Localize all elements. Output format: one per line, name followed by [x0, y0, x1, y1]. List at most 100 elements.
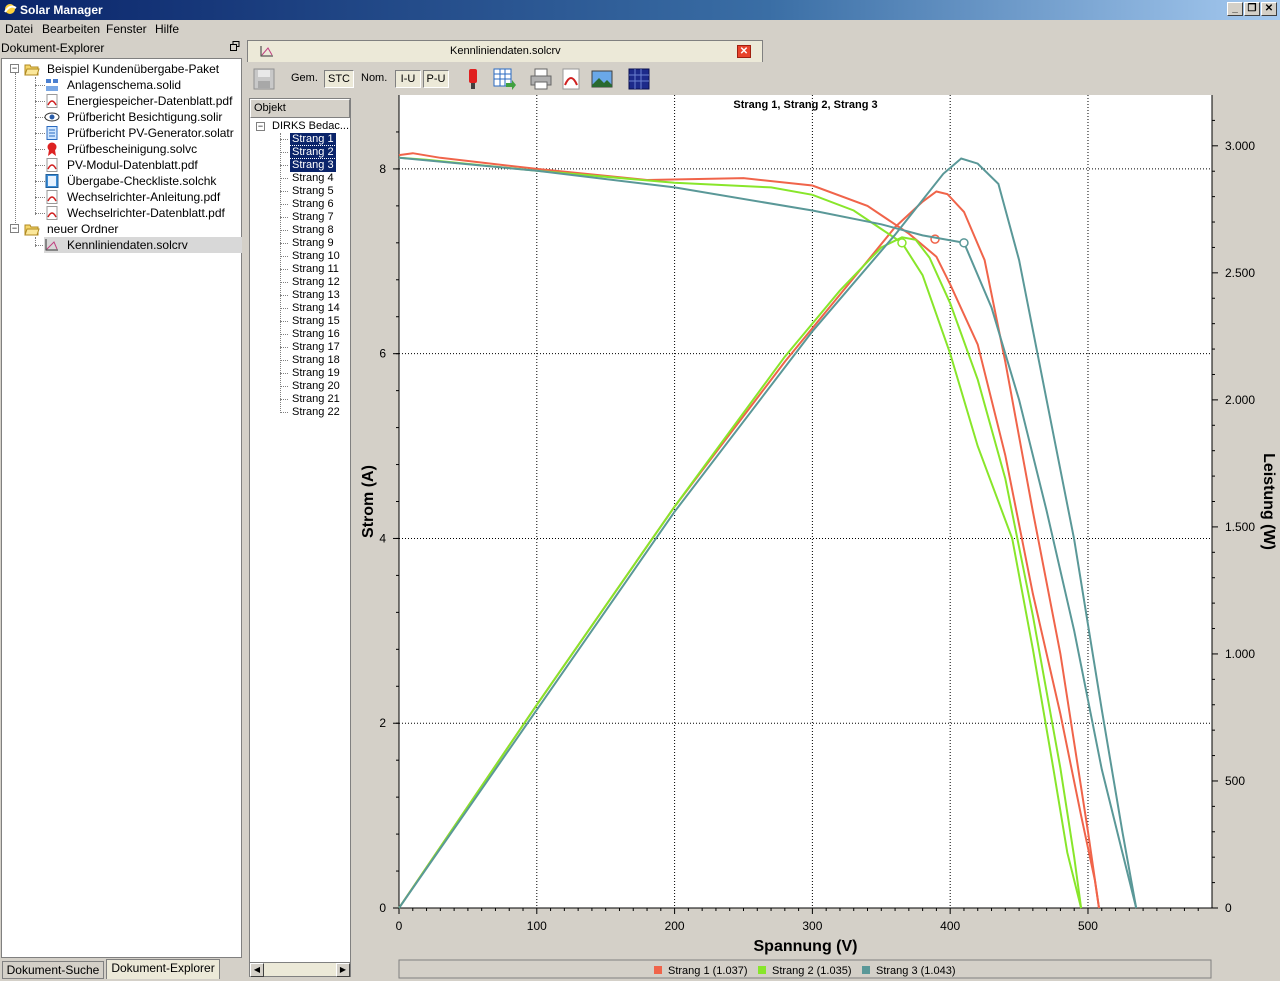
- x-tick-label: 400: [940, 919, 960, 933]
- object-item-strang[interactable]: Strang 12: [290, 276, 342, 289]
- minimize-button[interactable]: _: [1227, 2, 1243, 16]
- object-item-strang[interactable]: Strang 10: [290, 250, 342, 263]
- scroll-left-arrow[interactable]: ◀: [250, 963, 264, 977]
- object-item-strang[interactable]: Strang 3: [289, 158, 337, 173]
- x-tick-label: 0: [396, 919, 403, 933]
- tree-item-kennliniendaten[interactable]: Kennliniendaten.solcrv: [44, 237, 242, 253]
- object-item-strang[interactable]: Strang 6: [290, 198, 336, 211]
- x-tick-label: 500: [1078, 919, 1098, 933]
- legend-swatch: [862, 966, 870, 974]
- tree-item-anlagenschema[interactable]: Anlagenschema.solid: [44, 77, 242, 93]
- restore-button[interactable]: ❐: [1244, 2, 1260, 16]
- y2-tick-label: 500: [1225, 774, 1245, 788]
- object-item-strang[interactable]: Strang 20: [290, 380, 342, 393]
- tab-dokument-explorer[interactable]: Dokument-Explorer: [106, 959, 220, 979]
- tree-item-pv-modul[interactable]: PV-Modul-Datenblatt.pdf: [44, 157, 242, 173]
- object-item-strang[interactable]: Strang 21: [290, 393, 342, 406]
- tree-item-wr-datenblatt[interactable]: Wechselrichter-Datenblatt.pdf: [44, 205, 242, 221]
- image-export-icon[interactable]: [590, 67, 614, 91]
- object-item-strang[interactable]: Strang 22: [290, 406, 342, 419]
- legend-swatch: [654, 966, 662, 974]
- tree-item-pv-generator[interactable]: Prüfbericht PV-Generator.solatr: [44, 125, 242, 141]
- close-tab-button[interactable]: ✕: [737, 45, 751, 58]
- pdf-icon: [46, 190, 58, 204]
- pdf-export-icon[interactable]: [559, 67, 583, 91]
- pu-toggle[interactable]: P-U: [423, 70, 449, 88]
- legend-label: Strang 3 (1.043): [876, 965, 956, 977]
- menu-datei[interactable]: Datei: [5, 22, 33, 36]
- iu-toggle[interactable]: I-U: [395, 70, 421, 88]
- explorer-header: Dokument-Explorer: [0, 40, 243, 57]
- tree-item-checkliste[interactable]: Übergabe-Checkliste.solchk: [44, 173, 242, 189]
- object-column-header[interactable]: Objekt: [250, 99, 350, 118]
- object-item-strang[interactable]: Strang 2: [289, 145, 337, 160]
- chart-title: Strang 1, Strang 2, Strang 3: [733, 99, 877, 111]
- object-item-strang[interactable]: Strang 16: [290, 328, 342, 341]
- folder-open-icon: [24, 64, 40, 76]
- iu-curve-chart: 0 100 200 300 400 500 0 2 4 6 8 0 500 1.000 1.500 2.000…: [360, 95, 1277, 979]
- save-icon[interactable]: [252, 67, 276, 91]
- y-axis-title: Strom (A): [360, 465, 377, 538]
- collapse-toggle[interactable]: −: [10, 224, 19, 233]
- tab-dokument-suche[interactable]: Dokument-Suche: [2, 961, 104, 979]
- y-tick-label: 8: [379, 162, 386, 176]
- scroll-right-arrow[interactable]: ▶: [336, 963, 350, 977]
- window-title: Solar Manager: [20, 3, 103, 17]
- object-item-strang[interactable]: Strang 4: [290, 172, 336, 185]
- explorer-bottom-tabs: Dokument-Suche Dokument-Explorer: [0, 959, 244, 981]
- table-export-icon[interactable]: [492, 67, 516, 91]
- object-item-strang[interactable]: Strang 17: [290, 341, 342, 354]
- float-window-icon[interactable]: [230, 41, 240, 51]
- collapse-toggle[interactable]: −: [256, 122, 265, 131]
- object-item-strang[interactable]: Strang 18: [290, 354, 342, 367]
- document-tab[interactable]: Kennliniendaten.solcrv ✕: [247, 40, 763, 62]
- tree-item-pruefbescheinigung[interactable]: Prüfbescheinigung.solvc: [44, 141, 242, 157]
- solar-module-icon[interactable]: [627, 67, 651, 91]
- object-item-strang[interactable]: Strang 14: [290, 302, 342, 315]
- tree-folder-paket[interactable]: Beispiel Kundenübergabe-Paket: [24, 61, 242, 77]
- object-item-strang[interactable]: Strang 9: [290, 237, 336, 250]
- folder-open-icon: [24, 224, 40, 236]
- meter-icon[interactable]: [461, 67, 485, 91]
- object-item-strang[interactable]: Strang 15: [290, 315, 342, 328]
- checklist-icon: [45, 174, 59, 188]
- tree-item-wr-anleitung[interactable]: Wechselrichter-Anleitung.pdf: [44, 189, 242, 205]
- report-icon: [46, 126, 58, 140]
- y2-tick-label: 3.000: [1225, 139, 1255, 153]
- close-button[interactable]: ✕: [1261, 2, 1277, 16]
- mpp-marker-strang-2: [897, 238, 907, 248]
- app-icon: [4, 4, 17, 14]
- y2-tick-label: 2.500: [1225, 266, 1255, 280]
- tree-item-besichtigung[interactable]: Prüfbericht Besichtigung.solir: [44, 109, 242, 125]
- menu-hilfe[interactable]: Hilfe: [155, 22, 179, 36]
- y2-tick-label: 2.000: [1225, 393, 1255, 407]
- schema-icon: [46, 79, 58, 91]
- print-icon[interactable]: [529, 67, 553, 91]
- object-item-strang[interactable]: Strang 19: [290, 367, 342, 380]
- curve-icon: [260, 46, 273, 57]
- x-tick-label: 300: [802, 919, 822, 933]
- object-item-strang[interactable]: Strang 1: [289, 132, 337, 147]
- y2-tick-label: 0: [1225, 901, 1232, 915]
- object-item-strang[interactable]: Strang 13: [290, 289, 342, 302]
- object-root[interactable]: DIRKS Bedac...: [270, 120, 351, 133]
- object-item-strang[interactable]: Strang 5: [290, 185, 336, 198]
- object-item-strang[interactable]: Strang 7: [290, 211, 336, 224]
- legend-label: Strang 2 (1.035): [772, 965, 852, 977]
- eye-icon: [44, 112, 60, 122]
- object-panel: Objekt − DIRKS Bedac... Strang 1 Strang 2…: [249, 98, 351, 977]
- document-tab-bar: Kennliniendaten.solcrv ✕: [247, 40, 1280, 62]
- object-hscrollbar[interactable]: ◀ ▶: [250, 962, 350, 977]
- object-item-strang[interactable]: Strang 11: [290, 263, 341, 276]
- menu-bearbeiten[interactable]: Bearbeiten: [42, 22, 100, 36]
- tree-folder-neuer-ordner[interactable]: neuer Ordner: [24, 221, 242, 237]
- tree-item-energiespeicher[interactable]: Energiespeicher-Datenblatt.pdf: [44, 93, 242, 109]
- object-item-strang[interactable]: Strang 8: [290, 224, 336, 237]
- menu-fenster[interactable]: Fenster: [106, 22, 147, 36]
- collapse-toggle[interactable]: −: [10, 64, 19, 73]
- pdf-icon: [46, 158, 58, 172]
- y-tick-label: 0: [379, 901, 386, 915]
- stc-toggle[interactable]: STC: [324, 70, 354, 88]
- plot-background: [399, 95, 1212, 908]
- x-axis-title: Spannung (V): [754, 938, 858, 955]
